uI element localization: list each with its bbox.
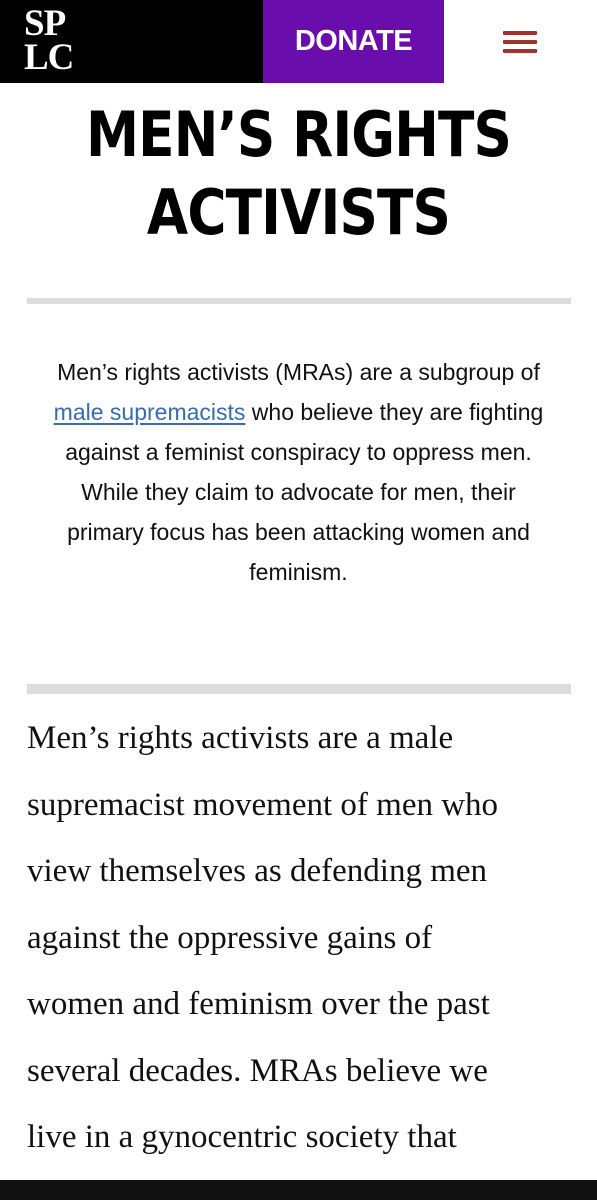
article-summary: Men’s rights activists (MRAs) are a subg…: [40, 352, 557, 592]
logo-line-1: SP: [24, 3, 66, 44]
site-header: SP LC DONATE: [0, 0, 597, 83]
donate-button[interactable]: DONATE: [263, 0, 444, 83]
body-line: several decades. MRAs believe we: [27, 1052, 488, 1089]
splc-logo[interactable]: SP LC: [24, 3, 80, 78]
article-body: Men’s rights activists are a male suprem…: [27, 705, 577, 1171]
summary-text-start: Men’s rights activists (MRAs) are a subg…: [57, 359, 540, 385]
body-line: Men’s rights activists are a male: [27, 720, 454, 756]
menu-icon-bar: [503, 49, 537, 53]
body-line: against the oppressive gains of: [27, 919, 433, 956]
body-line: supremacist movement of men who: [27, 786, 499, 823]
menu-icon-bar: [503, 40, 537, 44]
male-supremacists-link[interactable]: male supremacists: [54, 399, 246, 425]
summary-bottom-divider: [27, 684, 571, 694]
menu-button[interactable]: [494, 22, 546, 64]
menu-icon-bar: [503, 31, 537, 35]
summary-top-divider: [27, 298, 571, 304]
logo-line-2: LC: [24, 37, 74, 78]
logo-block[interactable]: SP LC: [0, 0, 263, 83]
body-line: women and feminism over the past: [27, 986, 490, 1022]
page-title: MEN’S RIGHTS ACTIVISTS: [85, 98, 512, 249]
body-line: view themselves as defending men: [27, 853, 488, 889]
body-line: live in a gynocentric society that: [27, 1119, 457, 1155]
bottom-bar: [0, 1180, 597, 1200]
summary-text-end: who believe they are fighting against a …: [65, 399, 544, 585]
